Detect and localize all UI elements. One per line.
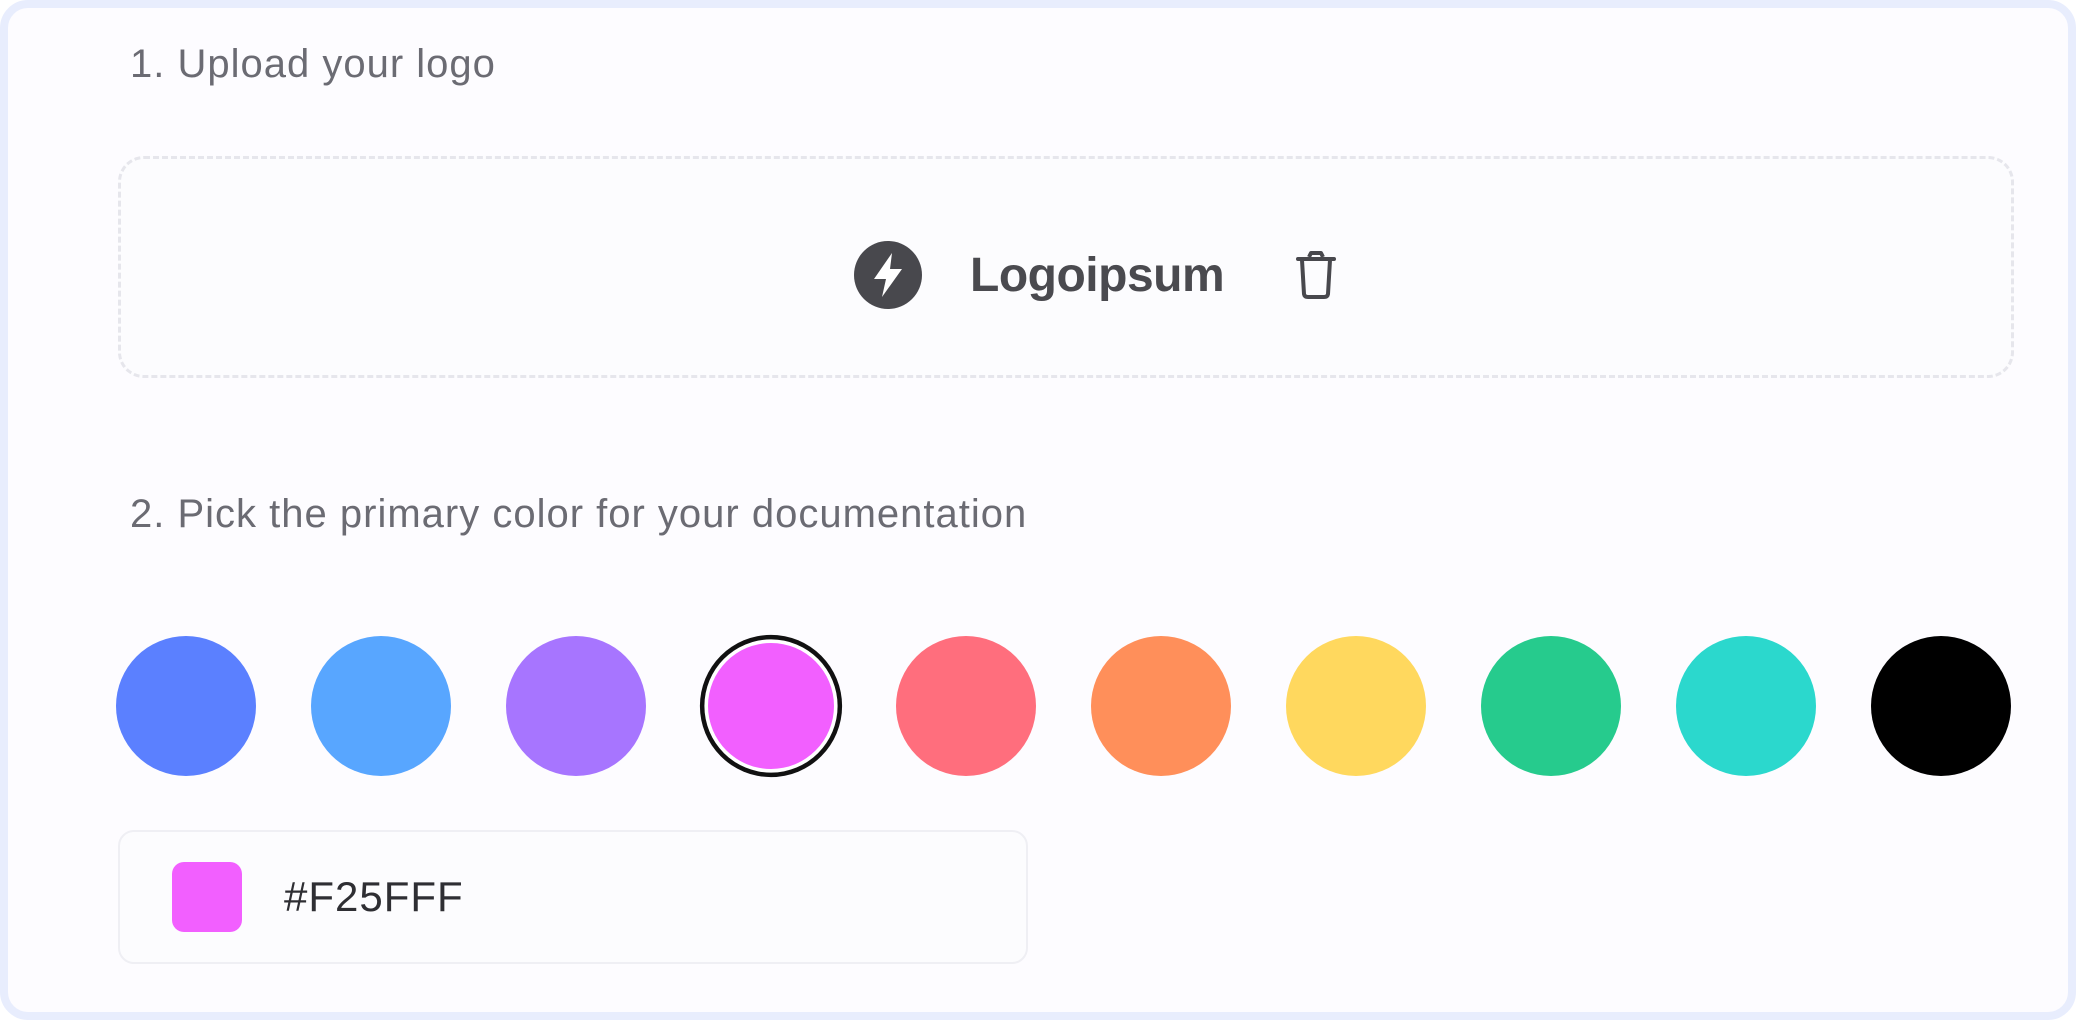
brand-settings-card: 1. Upload your logo Logoipsum 2. Pick th…: [0, 0, 2076, 1020]
color-swatch-7[interactable]: [1286, 636, 1426, 776]
delete-logo-button[interactable]: [1292, 248, 1340, 302]
color-swatch-5[interactable]: [896, 636, 1036, 776]
color-swatch-6[interactable]: [1091, 636, 1231, 776]
trash-icon: [1296, 251, 1337, 299]
hex-color-input[interactable]: [284, 873, 884, 921]
color-swatch-8[interactable]: [1481, 636, 1621, 776]
color-swatch-10[interactable]: [1871, 636, 2011, 776]
color-swatch-3[interactable]: [506, 636, 646, 776]
color-swatch-1[interactable]: [116, 636, 256, 776]
hex-color-field[interactable]: [118, 830, 1028, 964]
color-swatch-2[interactable]: [311, 636, 451, 776]
logo-name: Logoipsum: [970, 248, 1225, 302]
upload-logo-label: 1. Upload your logo: [130, 42, 496, 86]
uploaded-logo: Logoipsum: [852, 238, 1340, 312]
primary-color-label: 2. Pick the primary color for your docum…: [130, 492, 1028, 536]
color-swatch-4[interactable]: [708, 643, 834, 769]
color-swatch-9[interactable]: [1676, 636, 1816, 776]
color-preview-swatch: [172, 862, 242, 932]
bolt-circle-icon: [854, 241, 922, 309]
